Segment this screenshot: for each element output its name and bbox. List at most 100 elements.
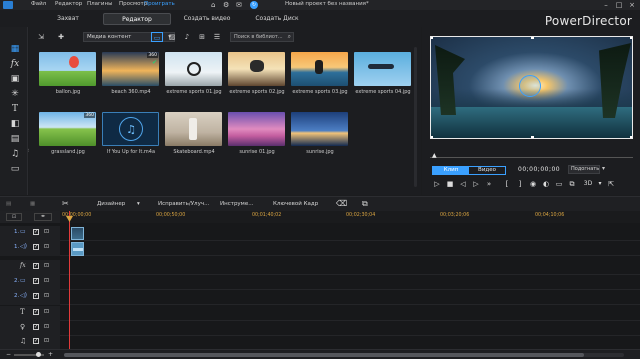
track-row-title[interactable]: T ✓ ⊡ [0,306,640,321]
lock-icon[interactable]: ⊡ [44,308,49,315]
timecode-dropdown-icon[interactable]: ▾ [602,165,605,172]
library-scrollbar[interactable] [414,47,417,187]
voice-over-icon[interactable]: ♫ [9,148,21,160]
maximize-button[interactable]: □ [613,0,625,10]
media-thumb-extreme-03[interactable] [291,52,348,86]
subtitle-icon[interactable]: ▭ [554,179,564,189]
preview-scrub-bar[interactable] [430,157,633,158]
media-thumb-extreme-01[interactable] [165,52,222,86]
menu-playback[interactable]: Проиграть [144,1,175,7]
menu-editor[interactable]: Редактор [55,1,82,7]
designer-dropdown[interactable]: Дизайнер [97,199,125,209]
track-row-voice[interactable]: ♀ ✓ ⊡ [0,321,640,336]
audio-mixing-icon[interactable]: ▤ [9,133,21,145]
list-view-icon[interactable]: ☰ [211,32,223,42]
tools-dropdown[interactable]: Инструме... [220,199,253,209]
account-icon[interactable]: ✉ [236,1,242,9]
menu-view[interactable]: Просмотр [119,1,147,7]
previous-frame-icon[interactable]: ◁ [458,179,468,189]
undock-preview-icon[interactable]: ⇱ [606,179,616,189]
plugin-icon[interactable]: ✚ [55,32,67,42]
timeline-horizontal-scrollbar[interactable] [64,353,624,357]
tab-create-disc[interactable]: Создать Диск [252,13,302,25]
track-enable-checkbox[interactable]: ✓ [33,263,39,269]
track-enable-checkbox[interactable]: ✓ [33,229,39,235]
resize-handle[interactable] [531,136,534,138]
track-enable-checkbox[interactable]: ✓ [33,244,39,250]
chapter-room-icon[interactable]: ▭ [9,163,21,175]
zoom-fit-dropdown[interactable]: Подогнать [568,165,600,174]
zoom-in-icon[interactable]: + [48,351,53,358]
import-media-icon[interactable]: ⇲ [35,32,47,42]
library-search-input[interactable]: Поиск в библиот... ⌕ [230,32,294,42]
resize-handle[interactable] [431,37,433,39]
scrollbar-thumb[interactable] [64,353,584,357]
media-thumb-sunrise-01[interactable] [228,112,285,146]
menu-plugins[interactable]: Плагины [87,1,112,7]
media-thumb-skateboard[interactable] [165,112,222,146]
particle-room-icon[interactable]: ✳ [9,88,21,100]
lock-icon[interactable]: ⊡ [44,337,49,344]
3d-mode-button[interactable]: 3D [580,179,596,189]
play-icon[interactable]: ▷ [432,179,442,189]
split-scissors-icon[interactable]: ✂ [62,199,69,209]
filter-video-icon[interactable]: ▭ [151,32,163,42]
resize-handle[interactable] [630,136,632,138]
fast-forward-icon[interactable]: » [484,179,494,189]
next-frame-icon[interactable]: ▷ [471,179,481,189]
scrub-position-marker-icon[interactable]: ▲ [432,152,437,159]
track-row-audio-1[interactable]: 1. ◁) ✓ ⊡ [0,241,640,256]
zoom-timeline-icon[interactable]: ◂▸ [34,213,52,221]
track-row-video-2[interactable]: 2. ▭ ✓ ⊡ [0,275,640,290]
snapshot-icon[interactable]: ◉ [528,179,538,189]
lock-icon[interactable]: ⊡ [44,262,49,269]
track-row-fx[interactable]: fx ✓ ⊡ [0,260,640,275]
timeline-ruler[interactable]: ⊡ ◂▸ 00;00;00;00 00;00;50;00 00;01;40;02… [0,211,640,223]
fix-enhance-button[interactable]: Исправить/Улуч... [158,199,209,209]
stop-icon[interactable]: ■ [445,179,455,189]
lock-icon[interactable]: ⊡ [44,277,49,284]
clip-mode-button[interactable]: Клип [433,167,469,174]
resize-handle[interactable] [531,37,534,39]
track-row-video-1[interactable]: 1. ▭ ✓ ⊡ [0,226,640,241]
track-enable-checkbox[interactable]: ✓ [33,338,39,344]
zoom-out-icon[interactable]: − [6,351,11,358]
audio-clip-beach-360[interactable] [71,242,84,256]
grid-view-icon[interactable]: ⊞ [196,32,208,42]
media-thumb-audio[interactable]: ♫ [102,112,159,146]
resize-handle[interactable] [431,136,433,138]
track-manager-icon[interactable]: ▤ [6,199,11,209]
menu-file[interactable]: Файл [31,1,46,7]
resize-handle[interactable] [630,37,632,39]
fullscreen-undock-icon[interactable]: ⧉ [567,179,577,189]
movie-mode-button[interactable]: Видео [469,167,505,174]
media-thumb-ballon[interactable] [39,52,96,86]
keyframe-button[interactable]: Ключевой Кадр [273,199,318,209]
track-row-audio-2[interactable]: 2. ◁) ✓ ⊡ [0,290,640,305]
transition-room-icon[interactable]: ◧ [9,118,21,130]
audio-volume-icon[interactable]: ◐ [541,179,551,189]
media-thumb-sunrise[interactable] [291,112,348,146]
media-room-icon[interactable]: ▦ [9,43,21,55]
home-icon[interactable]: ⌂ [211,1,215,9]
mark-in-icon[interactable]: [ [502,179,512,189]
lock-icon[interactable]: ⊡ [44,243,49,250]
filter-image-icon[interactable]: ▨ [166,32,178,42]
media-thumb-extreme-02[interactable] [228,52,285,86]
tab-editor[interactable]: Редактор [103,13,171,25]
lock-icon[interactable]: ⊡ [44,292,49,299]
timeline-settings-icon[interactable]: ▦ [30,199,35,209]
render-preview-icon[interactable]: ⧉ [362,199,368,209]
title-room-icon[interactable]: T [9,103,21,115]
close-button[interactable]: × [626,0,638,10]
360-viewer-control-icon[interactable] [519,75,541,97]
lock-icon[interactable]: ⊡ [44,323,49,330]
media-thumb-extreme-04[interactable] [354,52,411,86]
delete-trash-icon[interactable]: ⌫ [336,199,347,209]
pip-room-icon[interactable]: ▣ [9,73,21,85]
zoom-slider-knob[interactable] [36,352,41,357]
tab-capture[interactable]: Захват [48,13,88,25]
track-enable-checkbox[interactable]: ✓ [33,324,39,330]
lock-icon[interactable]: ⊡ [44,228,49,235]
update-icon[interactable]: ↻ [250,1,258,9]
